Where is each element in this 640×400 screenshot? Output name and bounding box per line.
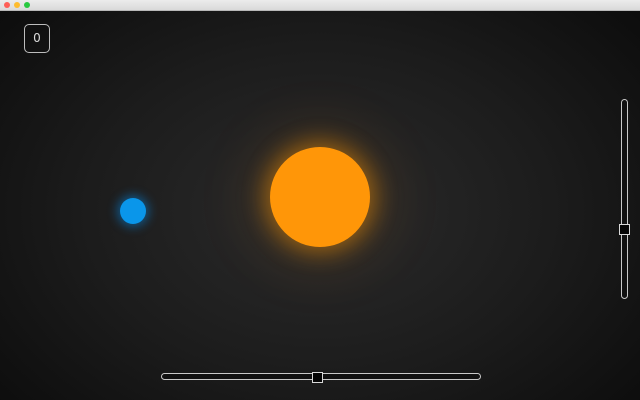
title-bar (0, 0, 640, 11)
score-counter: 0 (24, 24, 50, 53)
app-window: 0 (0, 0, 640, 400)
horizontal-slider-thumb[interactable] (312, 372, 323, 383)
sun (270, 147, 370, 247)
score-value: 0 (33, 31, 41, 45)
planet[interactable] (120, 198, 146, 224)
vertical-slider-track[interactable] (621, 99, 628, 299)
vertical-slider-thumb[interactable] (619, 224, 630, 235)
zoom-window-button[interactable] (24, 2, 30, 8)
minimize-window-button[interactable] (14, 2, 20, 8)
close-window-button[interactable] (4, 2, 10, 8)
